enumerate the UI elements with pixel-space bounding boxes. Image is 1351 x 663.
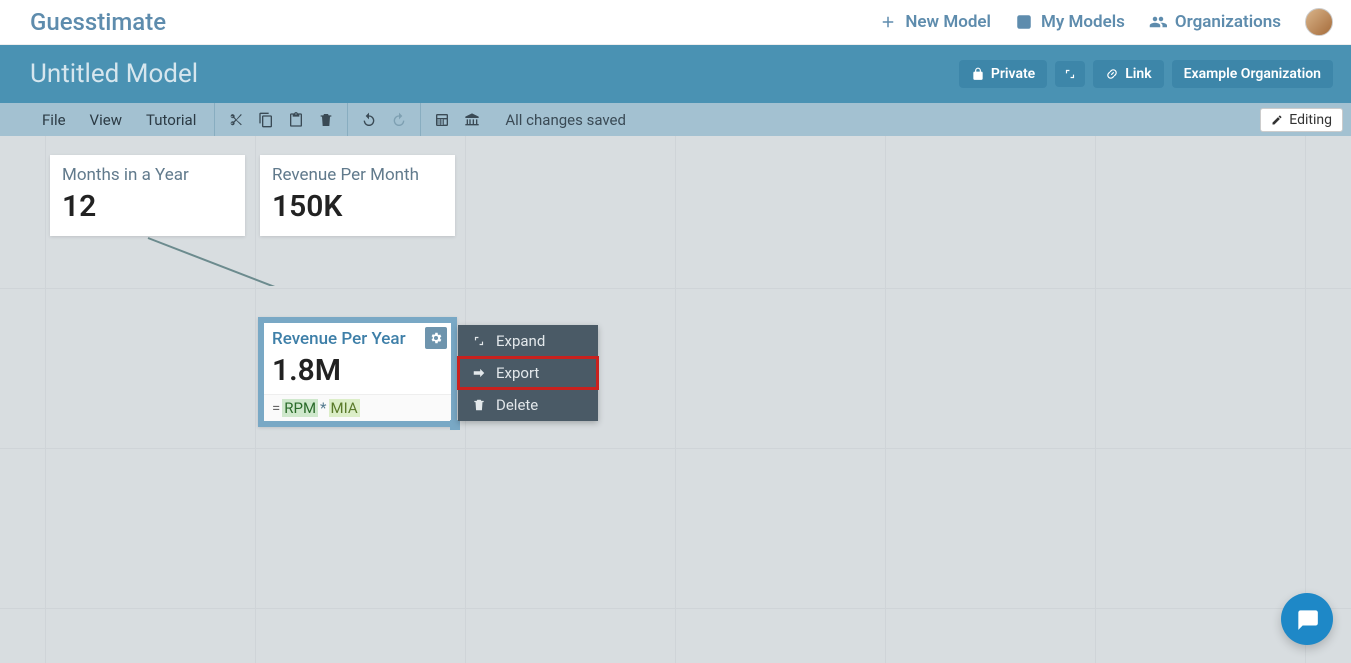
copy-icon (258, 112, 274, 128)
paste-icon (288, 112, 304, 128)
card-value: 150K (272, 189, 443, 224)
separator (214, 103, 215, 136)
new-model-label: New Model (905, 12, 991, 32)
redo-icon (391, 112, 407, 128)
ctx-export[interactable]: Export (458, 357, 598, 389)
calculator-icon (434, 112, 450, 128)
card-settings-button[interactable] (425, 327, 447, 349)
expand-icon (1063, 67, 1077, 81)
card-revenue-per-month[interactable]: Revenue Per Month 150K (260, 155, 455, 236)
cut-icon (228, 112, 244, 128)
chat-icon (1294, 606, 1320, 632)
new-model-link[interactable]: New Model (879, 12, 991, 32)
my-models-link[interactable]: My Models (1015, 12, 1125, 32)
expand-icon (472, 334, 486, 348)
ctx-delete-label: Delete (496, 396, 538, 414)
ctx-delete[interactable]: Delete (458, 389, 598, 421)
titlebar-right: Private Link Example Organization (959, 60, 1333, 88)
card-title: Months in a Year (62, 165, 233, 185)
canvas[interactable]: Months in a Year 12 Revenue Per Month 15… (0, 136, 1351, 663)
tutorial-menu[interactable]: Tutorial (134, 111, 208, 129)
models-icon (1015, 13, 1033, 31)
link-button[interactable]: Link (1093, 60, 1163, 88)
toolbar-menus: File View Tutorial (30, 103, 208, 136)
view-menu[interactable]: View (78, 111, 134, 129)
separator (420, 103, 421, 136)
org-button[interactable]: Example Organization (1172, 60, 1333, 88)
ctx-expand[interactable]: Expand (458, 325, 598, 357)
cut-button[interactable] (221, 103, 251, 136)
card-revenue-per-year[interactable]: Revenue Per Year 1.8M = RPM * MIA (258, 317, 457, 427)
card-value: 12 (62, 189, 233, 224)
trash-icon (472, 398, 486, 412)
card-context-menu: Expand Export Delete (458, 325, 598, 421)
card-title: Revenue Per Month (272, 165, 443, 185)
resize-handle[interactable] (450, 420, 460, 430)
lock-icon (971, 67, 985, 81)
private-label: Private (991, 66, 1035, 82)
model-titlebar: Untitled Model Private Link Example Orga… (0, 45, 1351, 103)
copy-button[interactable] (251, 103, 281, 136)
private-button[interactable]: Private (959, 60, 1047, 88)
toolbar: File View Tutorial All changes saved Edi… (0, 103, 1351, 136)
avatar[interactable] (1305, 8, 1333, 36)
formula-token-rpm: RPM (282, 399, 318, 417)
calculator-button[interactable] (427, 103, 457, 136)
card-value: 1.8M (272, 353, 443, 388)
editing-toggle[interactable]: Editing (1260, 108, 1343, 132)
organizations-link[interactable]: Organizations (1149, 12, 1281, 32)
card-formula[interactable]: = RPM * MIA (264, 394, 451, 421)
help-chat-button[interactable] (1281, 593, 1333, 645)
pencil-icon (1271, 114, 1283, 126)
formula-operator: * (320, 399, 326, 417)
card-months-in-year[interactable]: Months in a Year 12 (50, 155, 245, 236)
delete-button[interactable] (311, 103, 341, 136)
separator (347, 103, 348, 136)
top-nav-right: New Model My Models Organizations (879, 8, 1333, 36)
plus-icon (879, 13, 897, 31)
editing-label: Editing (1289, 112, 1332, 128)
link-label: Link (1125, 66, 1151, 82)
gear-icon (429, 331, 443, 345)
undo-button[interactable] (354, 103, 384, 136)
file-menu[interactable]: File (30, 111, 78, 129)
expand-button[interactable] (1055, 61, 1085, 87)
card-title: Revenue Per Year (272, 329, 443, 349)
share-icon (472, 366, 486, 380)
trash-icon (318, 112, 334, 128)
model-title[interactable]: Untitled Model (30, 59, 198, 89)
brand-logo[interactable]: Guesstimate (30, 8, 166, 36)
link-icon (1105, 67, 1119, 81)
redo-button[interactable] (384, 103, 414, 136)
undo-icon (361, 112, 377, 128)
ctx-expand-label: Expand (496, 332, 545, 350)
save-status: All changes saved (505, 111, 626, 129)
ctx-export-label: Export (496, 364, 539, 382)
formula-equals: = (272, 399, 280, 417)
paste-button[interactable] (281, 103, 311, 136)
formula-token-mia: MIA (329, 399, 360, 417)
organizations-label: Organizations (1175, 12, 1281, 32)
org-label: Example Organization (1184, 66, 1321, 82)
top-nav: Guesstimate New Model My Models Organiza… (0, 0, 1351, 45)
people-icon (1149, 13, 1167, 31)
library-button[interactable] (457, 103, 487, 136)
my-models-label: My Models (1041, 12, 1125, 32)
library-icon (464, 112, 480, 128)
